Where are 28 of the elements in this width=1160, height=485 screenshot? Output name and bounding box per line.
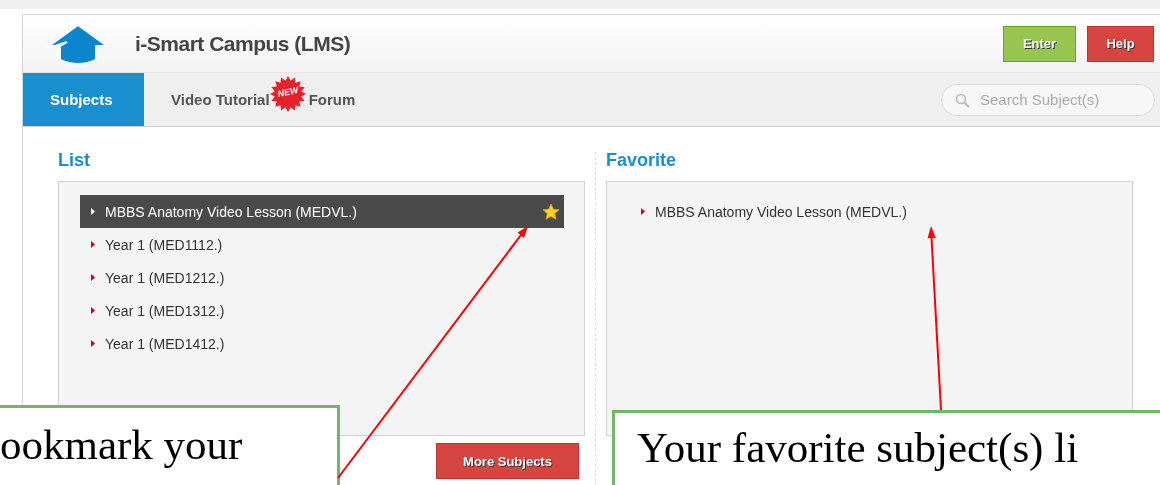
favorite-heading: Favorite <box>606 150 678 172</box>
list-heading: List <box>58 150 91 172</box>
bullet-icon <box>91 274 95 281</box>
bullet-icon <box>91 241 95 248</box>
nav-tab[interactable]: Video Tutorial <box>144 73 270 126</box>
nav-tab[interactable]: Forum <box>308 73 356 126</box>
callout-text: ookmark your <box>0 421 243 468</box>
favorite-item[interactable]: MBBS Anatomy Video Lesson (MEDVL.) <box>655 203 907 220</box>
nav-tab[interactable]: Subjects <box>23 73 144 126</box>
search-icon <box>955 92 970 108</box>
subject-item[interactable]: Year 1 (MED1212.) <box>105 269 225 286</box>
subject-item[interactable]: Year 1 (MED1312.) <box>105 302 225 319</box>
subject-item[interactable]: Year 1 (MED1112.) <box>105 236 223 253</box>
selected-subject-row[interactable]: MBBS Anatomy Video Lesson (MEDVL.) <box>80 195 564 228</box>
help-button[interactable]: Help <box>1087 25 1154 62</box>
graduation-cap-icon <box>45 23 111 68</box>
subject-label: MBBS Anatomy Video Lesson (MEDVL.) <box>105 203 357 220</box>
bullet-icon <box>91 307 95 314</box>
bullet-icon <box>91 208 95 215</box>
bullet-icon <box>91 340 95 347</box>
new-badge: NEW <box>270 76 306 112</box>
more-subjects-button[interactable]: More Subjects <box>436 443 579 479</box>
star-icon[interactable] <box>542 202 560 221</box>
bullet-icon <box>641 208 645 215</box>
subject-item[interactable]: Year 1 (MED1412.) <box>105 335 225 352</box>
app-title: i-Smart Campus (LMS) <box>135 31 351 56</box>
search-field[interactable]: Search Subject(s) <box>941 83 1155 116</box>
callout-text: Your favorite subject(s) li <box>637 424 1079 471</box>
